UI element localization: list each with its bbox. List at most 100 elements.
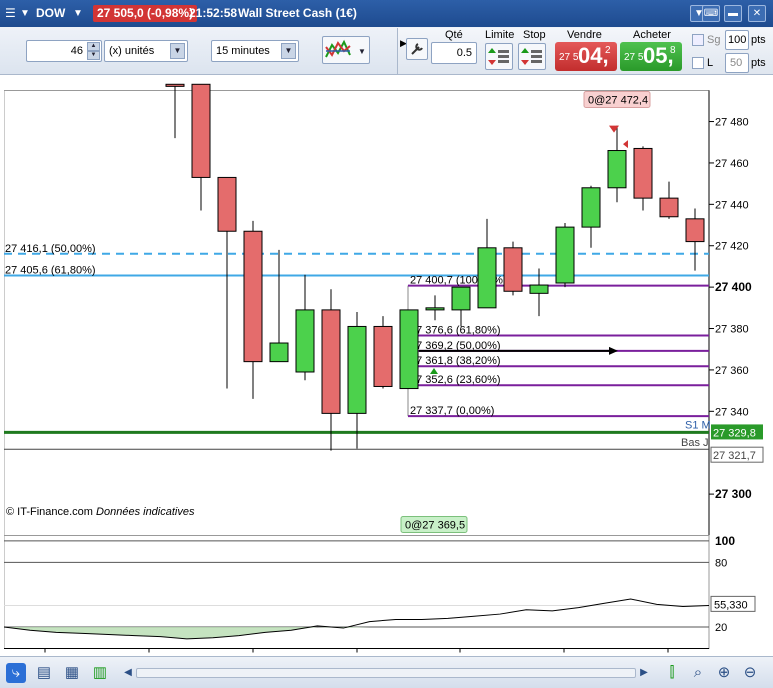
zoom-in-icon[interactable]: ⊕: [714, 663, 734, 683]
close-icon[interactable]: ✕: [748, 5, 766, 22]
timeframe-select[interactable]: 15 minutes ▼: [211, 40, 299, 62]
quantity-stepper[interactable]: 46 ▲ ▼: [26, 40, 102, 62]
bear-candle[interactable]: [659, 197, 679, 218]
bull-candle[interactable]: [451, 286, 471, 311]
instrument-name: Wall Street Cash (1€): [238, 6, 357, 20]
bull-candle[interactable]: [425, 307, 445, 311]
l-checkbox[interactable]: [692, 57, 704, 69]
l-value: 50: [730, 57, 743, 69]
price-chart[interactable]: 27 480 27 460 27 440 27 420 27 400 27 380 27 3…: [4, 75, 773, 687]
bear-candle[interactable]: [165, 83, 185, 87]
price-change-badge: 27 505,0 (-0,98%): [93, 5, 198, 22]
high-marker-label: 0@27 472,4: [588, 95, 648, 107]
hamburger-icon[interactable]: ☰: [5, 6, 16, 20]
title-bar: ☰ ▼ DOW ▼ 27 505,0 (-0,98%) 21:52:58 Wal…: [0, 0, 773, 27]
bear-candle[interactable]: [217, 176, 237, 232]
retrace-61-label: 27 405,6 (61,80%): [5, 265, 96, 277]
keyboard-icon[interactable]: ⌨: [702, 5, 720, 22]
scroll-right-icon[interactable]: ▶: [634, 663, 654, 683]
svg-text:▼: ▼: [358, 47, 366, 56]
osc-tick-label: 80: [715, 557, 727, 569]
fib-level-label: 27 361,8 (38,20%): [410, 355, 501, 367]
spin-up-icon[interactable]: ▲: [87, 42, 100, 51]
settings-button[interactable]: [406, 38, 428, 60]
bear-candle[interactable]: [243, 230, 263, 363]
grid-icon[interactable]: ▦: [62, 663, 82, 683]
l-label: L: [707, 57, 714, 69]
instrument-label[interactable]: DOW: [36, 6, 65, 20]
qty-label: Qté: [445, 29, 463, 41]
bull-candle[interactable]: [529, 284, 549, 294]
quantity-value: 46: [70, 45, 83, 57]
osc-current-value: 55,330: [714, 599, 748, 611]
low-marker-label: 0@27 369,5: [405, 520, 465, 532]
doc-icon[interactable]: ▤: [34, 663, 54, 683]
buy-price-main: 05,: [643, 43, 674, 68]
bull-candle[interactable]: [269, 342, 289, 363]
bull-candle[interactable]: [607, 150, 627, 189]
limit-order-button[interactable]: [485, 43, 513, 70]
unit-select[interactable]: (x) unités ▼: [104, 40, 188, 62]
zoom-fit-icon[interactable]: ⌕: [688, 663, 708, 683]
share-icon[interactable]: ⤷: [6, 663, 26, 683]
indicators-icon: ▼: [325, 39, 366, 58]
pts-label: pts: [751, 57, 766, 69]
buy-price-prefix: 27 5: [624, 52, 644, 63]
bull-candle[interactable]: [477, 247, 497, 309]
wrench-icon: [411, 43, 423, 55]
sell-price-fraction: 2: [605, 45, 611, 56]
sg-value: 100: [728, 34, 747, 46]
pts-label: pts: [751, 34, 766, 46]
bear-candle[interactable]: [373, 325, 393, 387]
y-tick-label: 27 480: [715, 117, 749, 129]
chevron-down-icon[interactable]: ▼: [281, 43, 296, 59]
fib-level-label: 27 337,7 (0,00%): [410, 405, 494, 417]
osc-tick-label: 20: [715, 622, 727, 634]
s1-label: S1 M: [685, 419, 711, 431]
sell-price-prefix: 27 5: [559, 52, 579, 63]
osc-tick-label: 100: [715, 534, 735, 548]
bear-candle[interactable]: [685, 218, 705, 243]
chevron-down-icon[interactable]: ▼: [73, 8, 83, 19]
y-tick-label: 27 460: [715, 158, 749, 170]
bull-candle[interactable]: [555, 226, 575, 284]
chevron-down-icon[interactable]: ▼: [20, 8, 30, 19]
minimize-icon[interactable]: ▬: [724, 5, 742, 22]
sg-checkbox[interactable]: [692, 34, 704, 46]
layers-icon[interactable]: ▥: [90, 663, 110, 683]
sg-label: Sg: [707, 34, 721, 46]
sell-label: Vendre: [567, 29, 602, 41]
spin-down-icon[interactable]: ▼: [87, 51, 100, 60]
bear-candle[interactable]: [633, 147, 653, 199]
bull-candle[interactable]: [581, 187, 601, 228]
stop-order-button[interactable]: [518, 43, 546, 70]
l-input[interactable]: 50: [725, 53, 749, 73]
bear-candle[interactable]: [191, 83, 211, 178]
clock-label: 21:52:58: [189, 6, 238, 20]
bull-candle[interactable]: [295, 309, 315, 373]
candles-icon[interactable]: ⫿: [662, 663, 682, 683]
horizontal-scrollbar[interactable]: [136, 668, 636, 678]
chevron-down-icon[interactable]: ▼: [170, 43, 185, 59]
zoom-out-icon[interactable]: ⊖: [740, 663, 760, 683]
unit-value: (x) unités: [109, 45, 155, 57]
low-label: Bas J: [681, 437, 709, 449]
qty-input[interactable]: 0.5: [431, 42, 477, 64]
bull-candle[interactable]: [347, 325, 367, 414]
fib-level-label: 27 352,6 (23,60%): [410, 374, 501, 386]
indicators-button[interactable]: ▼: [322, 36, 370, 64]
scroll-left-icon[interactable]: ◀: [118, 663, 138, 683]
bear-candle[interactable]: [503, 247, 523, 292]
buy-button[interactable]: 27 5 05, 8: [620, 42, 682, 71]
bull-candle[interactable]: [399, 309, 419, 390]
buy-price-fraction: 8: [670, 45, 676, 56]
y-tick-label: 27 360: [715, 365, 749, 377]
retrace-50-label: 27 416,1 (50,00%): [5, 243, 96, 255]
sell-button[interactable]: 27 5 04, 2: [555, 42, 617, 71]
y-tick-label: 27 380: [715, 324, 749, 336]
bear-candle[interactable]: [321, 309, 341, 414]
y-tick-label: 27 340: [715, 406, 749, 418]
footnote-source: © IT-Finance.com: [6, 506, 93, 518]
stop-label: Stop: [523, 29, 546, 41]
sg-input[interactable]: 100: [725, 30, 749, 50]
